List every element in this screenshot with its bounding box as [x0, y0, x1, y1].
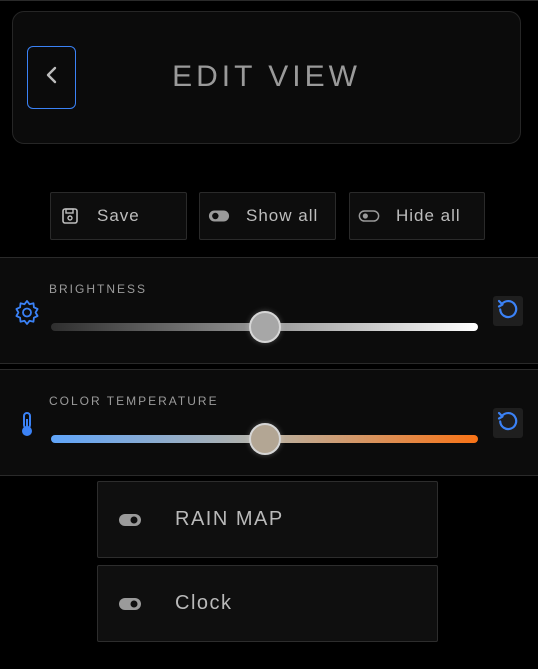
toggle-off-icon	[358, 205, 380, 227]
widget-label: RAIN MAP	[175, 508, 284, 530]
reset-icon	[496, 297, 520, 326]
save-button[interactable]: Save	[50, 192, 187, 240]
brightness-reset-button[interactable]	[493, 296, 523, 326]
brightness-slider-thumb[interactable]	[248, 311, 281, 343]
show-all-button[interactable]: Show all	[199, 192, 336, 240]
brightness-label: BRIGHTNESS	[49, 282, 148, 296]
widget-clock: Clock	[97, 565, 438, 642]
reset-icon	[496, 409, 520, 438]
page-title: EDIT VIEW	[172, 60, 361, 93]
widget-label: Clock	[175, 592, 233, 614]
brightness-panel: BRIGHTNESS	[0, 257, 538, 364]
top-divider	[0, 0, 538, 1]
hide-all-button[interactable]: Hide all	[349, 192, 485, 240]
color-temperature-reset-button[interactable]	[493, 408, 523, 438]
clock-toggle-icon[interactable]	[117, 594, 143, 614]
rain-map-toggle-icon[interactable]	[117, 510, 143, 530]
save-icon	[59, 205, 81, 227]
save-label: Save	[97, 206, 140, 225]
show-all-label: Show all	[246, 206, 319, 225]
widget-rain-map: RAIN MAP	[97, 481, 438, 558]
thermometer-icon	[13, 410, 41, 438]
gear-icon	[13, 298, 41, 326]
color-temperature-panel: COLOR TEMPERATURE	[0, 369, 538, 476]
toggle-on-icon	[208, 205, 230, 227]
hide-all-label: Hide all	[396, 206, 461, 225]
color-temperature-slider-thumb[interactable]	[248, 423, 281, 455]
color-temperature-label: COLOR TEMPERATURE	[49, 394, 219, 408]
edit-view-header: EDIT VIEW	[12, 11, 521, 144]
